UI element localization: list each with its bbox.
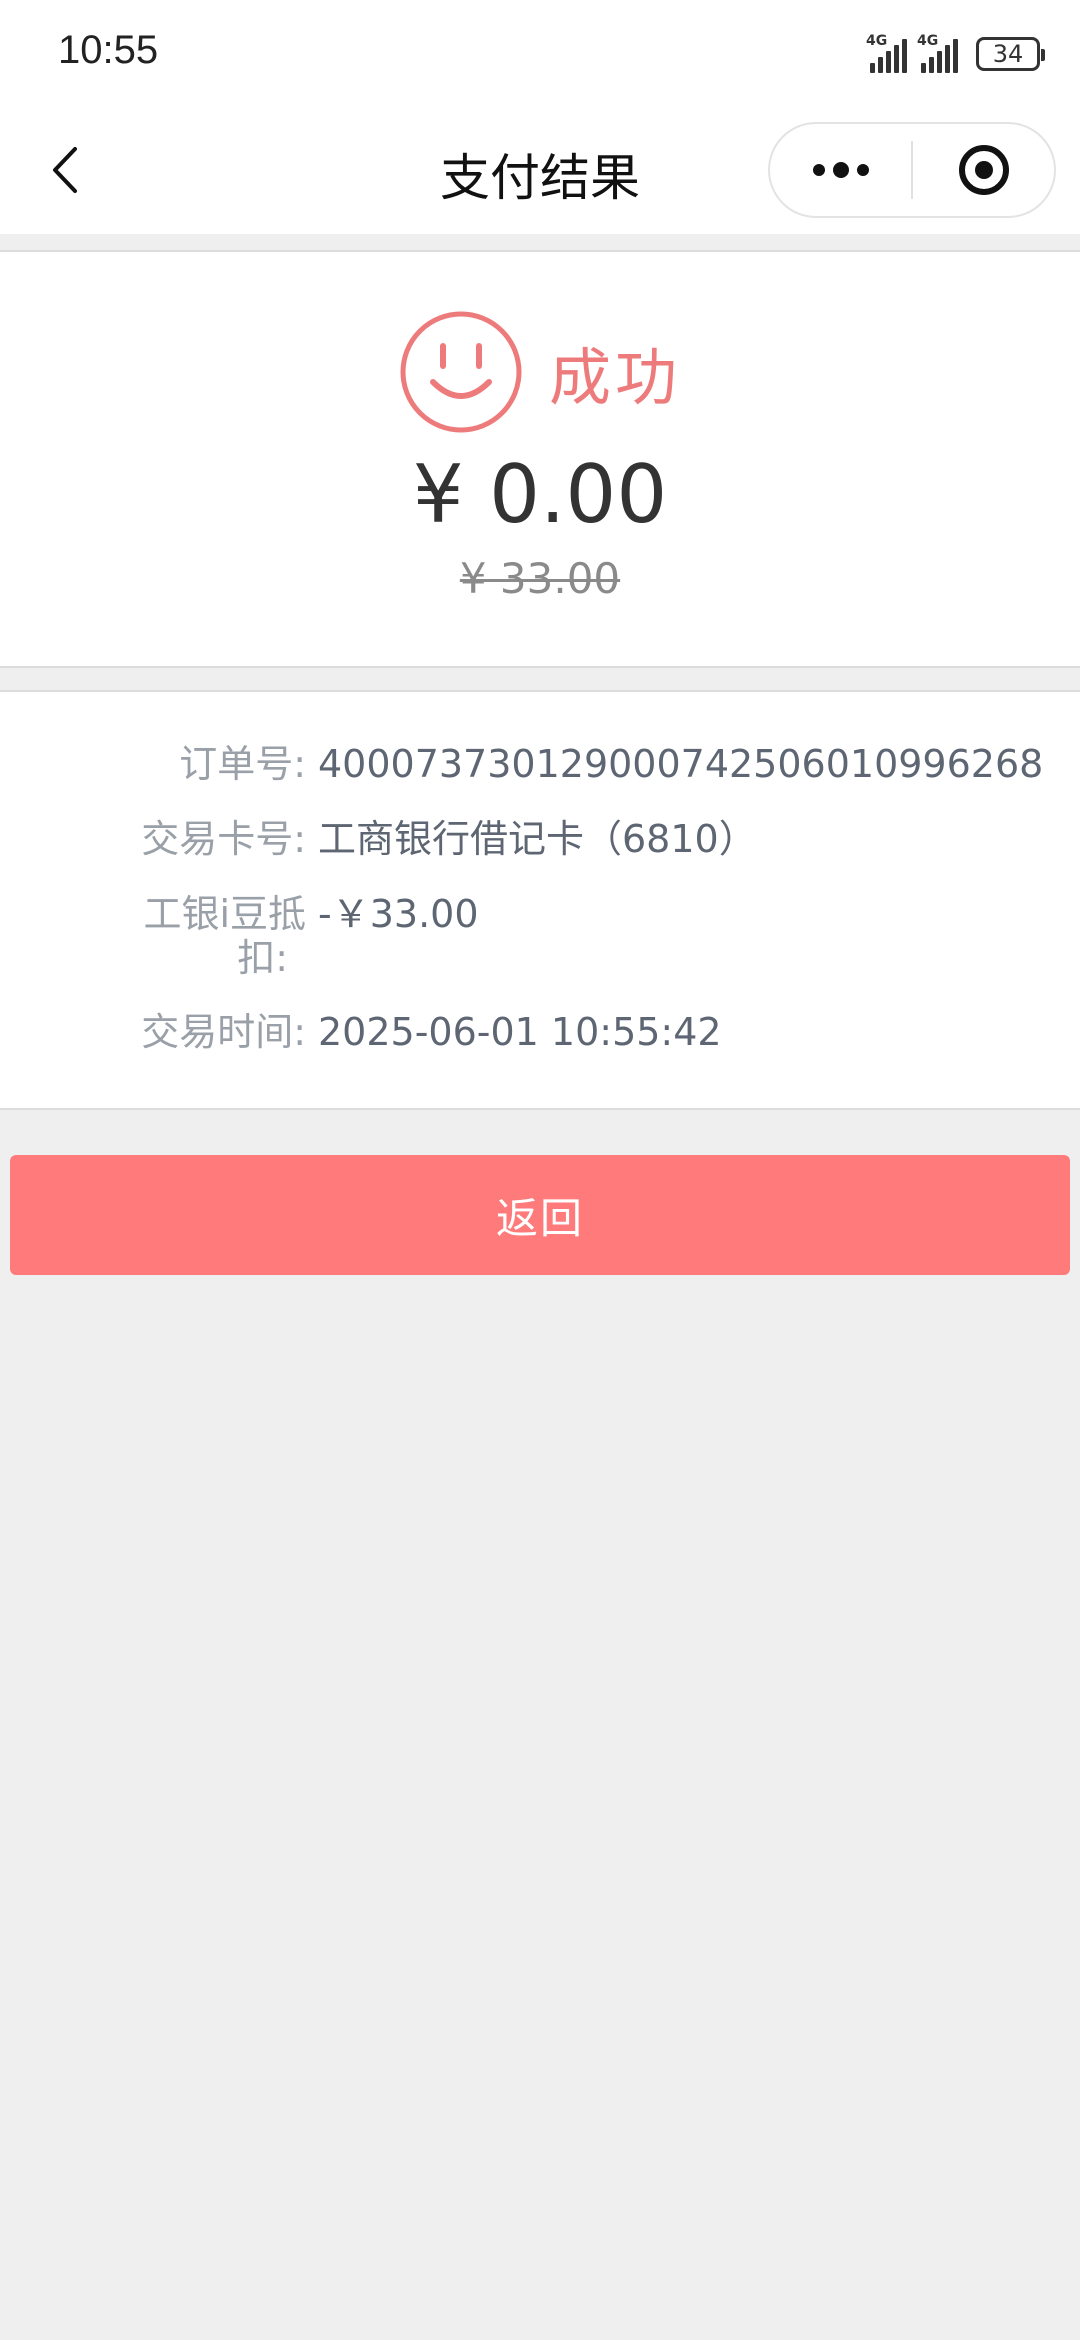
network-type-label: 4G — [866, 33, 888, 49]
discount-label: 工银i豆抵 扣: — [0, 892, 306, 980]
card-number-row: 交易卡号: 工商银行借记卡（6810） — [0, 817, 1080, 861]
transaction-time-row: 交易时间: 2025-06-01 10:55:42 — [0, 1010, 1080, 1054]
discount-row: 工银i豆抵 扣: -￥33.00 — [0, 892, 1080, 980]
return-button[interactable]: 返回 — [10, 1155, 1070, 1275]
payment-result-card: 成功 ¥ 0.00 ¥ 33.00 — [0, 250, 1080, 668]
transaction-details: 订单号: 4000737301290007425060109962​68 交易卡… — [0, 690, 1080, 1110]
status-indicators: 4G 4G 34 — [866, 30, 1045, 78]
card-number-label: 交易卡号: — [141, 817, 306, 861]
target-circle-icon — [958, 145, 1009, 195]
order-number-value: 4000737301290007425060109962​68 — [318, 742, 1044, 786]
network-type-label: 4G — [917, 33, 939, 49]
battery-icon: 34 — [976, 37, 1045, 71]
order-number-row: 订单号: 4000737301290007425060109962​68 — [0, 742, 1080, 786]
card-number-value: 工商银行借记卡（6810） — [318, 817, 757, 861]
close-mini-program-button[interactable] — [913, 124, 1054, 216]
transaction-time-value: 2025-06-01 10:55:42 — [318, 1010, 722, 1054]
signal-icon: 4G — [917, 33, 958, 73]
smiley-face-icon — [400, 311, 522, 433]
mini-program-capsule — [768, 122, 1056, 218]
transaction-time-label: 交易时间: — [141, 1010, 306, 1054]
discount-label-line2: 扣: — [237, 936, 288, 980]
order-number-label: 订单号: — [179, 742, 306, 786]
status-bar: 10:55 4G 4G 34 — [0, 0, 1080, 108]
signal-icon: 4G — [866, 33, 907, 73]
more-dots-icon — [812, 162, 869, 178]
success-status: 成功 — [0, 310, 1080, 434]
more-button[interactable] — [770, 124, 911, 216]
paid-amount: ¥ 0.00 — [412, 448, 668, 541]
battery-level: 34 — [992, 40, 1024, 68]
discount-label-line1: 工银i豆抵 — [143, 892, 306, 936]
status-time: 10:55 — [58, 28, 159, 72]
nav-bar: 支付结果 — [0, 108, 1080, 234]
original-amount: ¥ 33.00 — [459, 554, 621, 603]
success-text: 成功 — [548, 341, 681, 414]
discount-value: -￥33.00 — [318, 892, 479, 936]
